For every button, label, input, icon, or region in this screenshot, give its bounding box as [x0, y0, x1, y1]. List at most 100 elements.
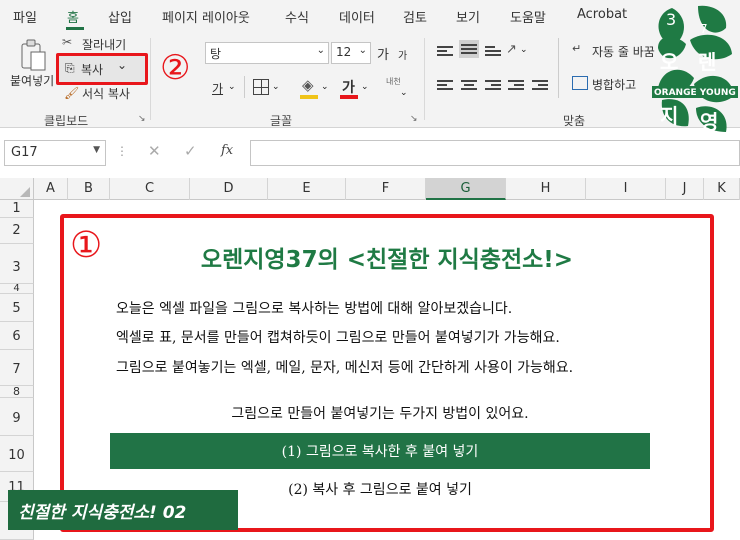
column-header-j[interactable]: J [666, 178, 704, 200]
column-header-g[interactable]: G [426, 178, 506, 200]
tab-review[interactable]: 검토 [403, 7, 427, 26]
format-painter-icon[interactable]: 🖌 [64, 86, 79, 100]
enter-icon[interactable]: ✓ [184, 142, 197, 160]
align-top-icon[interactable] [437, 44, 453, 58]
clipboard-launcher-icon[interactable]: ↘ [138, 114, 146, 124]
border-icon[interactable] [253, 79, 269, 95]
tab-page-layout[interactable]: 페이지 레이아웃 [162, 7, 250, 26]
logo-char-ji: 지 [660, 104, 679, 128]
row-header-10[interactable]: 10 [0, 436, 34, 472]
merge-icon[interactable] [572, 76, 588, 90]
border-dropdown-icon[interactable]: ⌄ [272, 82, 280, 92]
column-header-k[interactable]: K [704, 178, 740, 200]
formula-bar-handle-icon[interactable]: ⋮ [116, 144, 128, 158]
chevron-down-icon[interactable]: ▼ [93, 145, 100, 155]
row-header-9[interactable]: 9 [0, 398, 34, 436]
grow-font-button[interactable]: 가 [377, 44, 389, 63]
font-size-box[interactable]: 12 ⌄ [331, 42, 371, 64]
column-header-f[interactable]: F [346, 178, 426, 200]
decrease-indent-icon[interactable] [508, 78, 524, 92]
paste-button[interactable]: 붙여넣기 [10, 72, 54, 89]
select-all-corner[interactable] [0, 178, 34, 200]
row-header-3[interactable]: 3 [0, 244, 34, 284]
logo-digit-seven: 7 [700, 22, 708, 36]
logo-char-ren: 렌 [698, 50, 717, 74]
fill-dropdown-icon[interactable]: ⌄ [321, 82, 329, 92]
row-header-2[interactable]: 2 [0, 218, 34, 244]
fill-color-swatch [300, 95, 318, 99]
active-tab-indicator [66, 27, 84, 30]
tab-formulas[interactable]: 수식 [285, 7, 309, 26]
row-header-5[interactable]: 5 [0, 294, 34, 322]
font-name-value: 탕 [210, 47, 222, 61]
shrink-font-button[interactable]: 가 [398, 47, 407, 62]
ribbon-tab-bar: 파일 홈 삽입 페이지 레이아웃 수식 데이터 검토 보기 도움말 Acroba… [0, 0, 740, 32]
insert-function-button[interactable]: fx [221, 143, 233, 158]
font-color-button[interactable]: 가 [342, 77, 355, 97]
format-painter-button[interactable]: 서식 복사 [82, 85, 130, 102]
underline-button[interactable]: 가 [212, 80, 223, 97]
underline-dropdown-icon[interactable]: ⌄ [228, 82, 236, 92]
wrap-text-button[interactable]: 자동 줄 바꿈 [592, 43, 655, 60]
orange-young-logo: 3 7 오 렌 ORANGE YOUNG 지 영 [652, 4, 738, 134]
column-header-h[interactable]: H [506, 178, 586, 200]
chevron-down-icon[interactable]: ⌄ [317, 45, 325, 56]
row-header-4[interactable]: 4 [0, 284, 34, 294]
phonetic-dropdown-icon[interactable]: ⌄ [400, 88, 408, 98]
logo-char-young: 영 [700, 110, 719, 134]
marker-two: ② [160, 48, 191, 88]
tab-acrobat[interactable]: Acrobat [577, 7, 627, 22]
ribbon: 붙여넣기 ✂ 잘라내기 ⎘ 복사 ⌄ 🖌 서식 복사 ② 클립보드 ↘ 탕 ⌄ … [0, 32, 740, 128]
tab-file[interactable]: 파일 [13, 7, 37, 26]
row-header-8[interactable]: 8 [0, 386, 34, 398]
column-header-e[interactable]: E [268, 178, 346, 200]
align-center-icon[interactable] [461, 78, 477, 92]
copy-button[interactable]: 복사 [81, 61, 103, 78]
name-box[interactable]: G17 ▼ [4, 140, 106, 166]
tab-home[interactable]: 홈 [67, 7, 79, 26]
tab-help[interactable]: 도움말 [510, 7, 546, 26]
column-header-c[interactable]: C [110, 178, 190, 200]
column-header-b[interactable]: B [68, 178, 110, 200]
column-header-d[interactable]: D [190, 178, 268, 200]
body-line-2: 엑셀로 표, 문서를 만들어 캡쳐하듯이 그림으로 만들어 붙여넣기가 가능해요… [116, 330, 560, 346]
font-launcher-icon[interactable]: ↘ [410, 114, 418, 124]
chevron-down-icon[interactable]: ⌄ [359, 45, 367, 56]
row-header-7[interactable]: 7 [0, 350, 34, 386]
formula-bar: G17 ▼ ⋮ ✕ ✓ fx [0, 136, 740, 170]
column-header-a[interactable]: A [34, 178, 68, 200]
align-bottom-icon[interactable] [485, 44, 501, 58]
copy-button-highlight[interactable]: ⎘ 복사 ⌄ [56, 53, 148, 85]
alignment-group-label: 맞춤 [563, 114, 586, 128]
cut-button[interactable]: 잘라내기 [82, 36, 126, 53]
column-header-i[interactable]: I [586, 178, 666, 200]
body-line-1: 오늘은 엑셀 파일을 그림으로 복사하는 방법에 대해 알아보겠습니다. [116, 301, 513, 317]
row-header-1[interactable]: 1 [0, 200, 34, 218]
orientation-dropdown-icon[interactable]: ⌄ [520, 45, 528, 55]
merge-button[interactable]: 병합하고 [592, 76, 636, 93]
logo-char-o: 오 [660, 50, 679, 74]
separator [558, 38, 559, 98]
tab-data[interactable]: 데이터 [339, 7, 375, 26]
tab-insert[interactable]: 삽입 [108, 7, 132, 26]
formula-input[interactable] [250, 140, 740, 166]
align-middle-icon[interactable] [459, 40, 479, 58]
phonetic-button[interactable]: 내천 [386, 76, 401, 87]
align-right-icon[interactable] [485, 78, 501, 92]
scissors-icon[interactable]: ✂ [62, 35, 72, 49]
align-left-icon[interactable] [437, 78, 453, 92]
logo-digit-three: 3 [666, 10, 677, 29]
cancel-icon[interactable]: ✕ [148, 142, 161, 160]
separator [150, 38, 151, 120]
orientation-icon[interactable]: ↗ [506, 42, 517, 57]
font-name-box[interactable]: 탕 ⌄ [205, 42, 329, 64]
font-size-value: 12 [336, 45, 352, 59]
font-color-dropdown-icon[interactable]: ⌄ [361, 82, 369, 92]
fill-color-icon[interactable]: ◈ [302, 76, 314, 94]
wrap-text-icon[interactable]: ↵ [572, 42, 581, 55]
copy-dropdown-icon[interactable]: ⌄ [117, 58, 127, 72]
tab-view[interactable]: 보기 [456, 7, 480, 26]
row-header-6[interactable]: 6 [0, 322, 34, 350]
paste-icon[interactable] [18, 38, 48, 72]
increase-indent-icon[interactable] [532, 78, 548, 92]
